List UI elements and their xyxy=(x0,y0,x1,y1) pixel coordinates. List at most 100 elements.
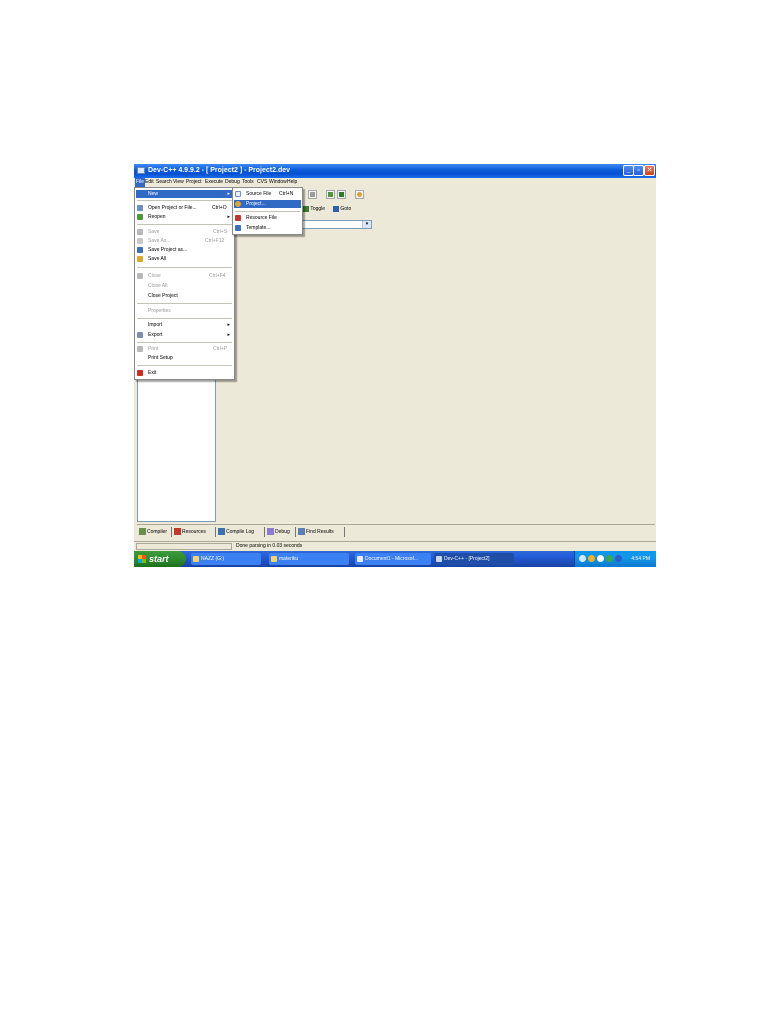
toggle-label: Toggle xyxy=(310,206,326,212)
task-nazz-drive[interactable]: NAZZ (G:) xyxy=(191,553,261,565)
menu-edit[interactable]: Edit xyxy=(144,178,155,187)
menu-window[interactable]: Window xyxy=(268,178,288,187)
menu-execute[interactable]: Execute xyxy=(204,178,224,187)
messenger-icon[interactable] xyxy=(606,555,613,562)
menu-item-import[interactable]: Import ▸ xyxy=(136,321,233,329)
save-all-icon xyxy=(137,256,143,262)
chevron-down-icon: ▾ xyxy=(362,221,371,228)
grid-icon xyxy=(139,528,146,536)
toolbar-back-button[interactable] xyxy=(326,190,335,199)
windows-logo-icon xyxy=(138,555,146,563)
menu-separator xyxy=(137,318,232,319)
toolbar-combo[interactable]: ▾ xyxy=(300,220,372,229)
menu-item-label: Properties xyxy=(148,308,171,314)
maximize-button[interactable]: ▫ xyxy=(633,165,644,176)
menu-search[interactable]: Search xyxy=(155,178,173,187)
find-icon xyxy=(298,528,305,536)
submenu-item-template[interactable]: Template... xyxy=(234,224,301,232)
project-icon xyxy=(235,201,241,207)
start-button[interactable]: start xyxy=(134,551,186,567)
toolbar-forward-button[interactable] xyxy=(337,190,346,199)
menu-item-label: Exit xyxy=(148,370,157,376)
toolbar-shield-button[interactable] xyxy=(355,190,364,199)
tab-compiler[interactable]: Compiler xyxy=(139,527,167,537)
menu-item-save[interactable]: Save Ctrl+S xyxy=(136,228,233,236)
toolbar-grid-button[interactable] xyxy=(308,190,317,199)
task-materiku[interactable]: materiku xyxy=(269,553,349,565)
bottom-tabs: Compiler Resources Compile Log Debug Fin… xyxy=(137,524,655,538)
tab-separator xyxy=(264,527,265,537)
menu-project[interactable]: Project xyxy=(185,178,203,187)
submenu-arrow-icon: ▸ xyxy=(227,332,230,338)
security-icon[interactable] xyxy=(588,555,595,562)
task-devcpp[interactable]: Dev-C++ - [Project2] xyxy=(434,553,514,565)
menu-debug[interactable]: Debug xyxy=(224,178,241,187)
tab-separator xyxy=(295,527,296,537)
task-label: NAZZ (G:) xyxy=(201,556,225,562)
menu-item-print[interactable]: Print Ctrl+P xyxy=(136,345,233,353)
title-bar[interactable]: Dev-C++ 4.9.9.2 - [ Project2 ] - Project… xyxy=(134,164,656,178)
menu-separator xyxy=(137,267,232,268)
tab-find-results-label: Find Results xyxy=(306,529,334,535)
toggle-bookmark-button[interactable]: Toggle xyxy=(303,205,325,214)
menu-item-new[interactable]: New ▸ xyxy=(136,190,233,198)
menu-item-exit[interactable]: Exit xyxy=(136,369,233,377)
tab-compile-log[interactable]: Compile Log xyxy=(218,527,254,537)
menu-item-shortcut: Ctrl+O xyxy=(212,205,227,211)
menu-view[interactable]: View xyxy=(172,178,185,187)
menu-item-print-setup[interactable]: Print Setup xyxy=(136,354,233,362)
menu-item-save-all[interactable]: Save All xyxy=(136,255,233,263)
submenu-item-project[interactable]: Project... xyxy=(234,200,301,208)
menu-help[interactable]: Help xyxy=(286,178,298,187)
task-label: Dev-C++ - [Project2] xyxy=(444,556,490,562)
devcpp-icon xyxy=(436,556,442,562)
menu-item-export[interactable]: Export ▸ xyxy=(136,331,233,339)
menu-separator xyxy=(137,365,232,366)
goto-bookmark-button[interactable]: Goto xyxy=(333,205,351,214)
menu-separator xyxy=(235,211,300,212)
tab-resources[interactable]: Resources xyxy=(174,527,206,537)
tab-separator xyxy=(171,527,172,537)
menu-item-properties[interactable]: Properties xyxy=(136,307,233,315)
close-button[interactable]: ✕ xyxy=(644,165,655,176)
menu-item-label: Close Project xyxy=(148,293,178,299)
submenu-arrow-icon: ▸ xyxy=(227,214,230,220)
media-icon[interactable] xyxy=(597,555,604,562)
menu-item-label: Print Setup xyxy=(148,355,173,361)
tab-debug[interactable]: Debug xyxy=(267,527,290,537)
status-panel xyxy=(136,543,232,550)
grid-icon xyxy=(310,192,315,197)
menu-item-close-all[interactable]: Close All xyxy=(136,282,233,290)
tab-resources-label: Resources xyxy=(182,529,206,535)
submenu-item-source-file[interactable]: Source File Ctrl+N xyxy=(234,190,301,198)
tab-find-results[interactable]: Find Results xyxy=(298,527,334,537)
menu-item-close-project[interactable]: Close Project xyxy=(136,292,233,300)
menu-item-shortcut: Ctrl+S xyxy=(213,229,228,235)
menu-tools[interactable]: Tools xyxy=(241,178,255,187)
menu-item-label: Export xyxy=(148,332,163,338)
reopen-arrow-icon xyxy=(137,214,143,220)
submenu-arrow-icon: ▸ xyxy=(227,191,230,197)
task-label: Document1 - Microsof... xyxy=(365,556,419,562)
task-document1[interactable]: Document1 - Microsof... xyxy=(355,553,431,565)
menu-item-reopen[interactable]: Reopen ▸ xyxy=(136,213,233,221)
exit-x-icon xyxy=(137,370,143,376)
menu-item-label: Reopen xyxy=(148,214,166,220)
menu-item-save-project-as[interactable]: Save Project as... xyxy=(136,246,233,254)
goto-icon xyxy=(333,205,339,212)
menu-item-label: Print xyxy=(148,346,159,352)
submenu-item-resource-file[interactable]: Resource File xyxy=(234,214,301,222)
save-project-icon xyxy=(137,247,143,253)
app-icon xyxy=(137,167,145,174)
display-icon[interactable] xyxy=(615,555,622,562)
menu-item-close[interactable]: Close Ctrl+F4 xyxy=(136,272,233,280)
tab-debug-label: Debug xyxy=(275,529,290,535)
status-bar: Done parsing in 0.03 seconds xyxy=(134,541,656,550)
menu-item-save-as[interactable]: Save As... Ctrl+F12 xyxy=(136,237,233,245)
network-icon[interactable] xyxy=(579,555,586,562)
tab-separator xyxy=(215,527,216,537)
menu-item-open[interactable]: Open Project or File... Ctrl+O xyxy=(136,204,233,212)
menu-cvs[interactable]: CVS xyxy=(256,178,268,187)
bookmark-icon xyxy=(303,205,309,212)
menu-item-label: Template... xyxy=(246,225,271,231)
